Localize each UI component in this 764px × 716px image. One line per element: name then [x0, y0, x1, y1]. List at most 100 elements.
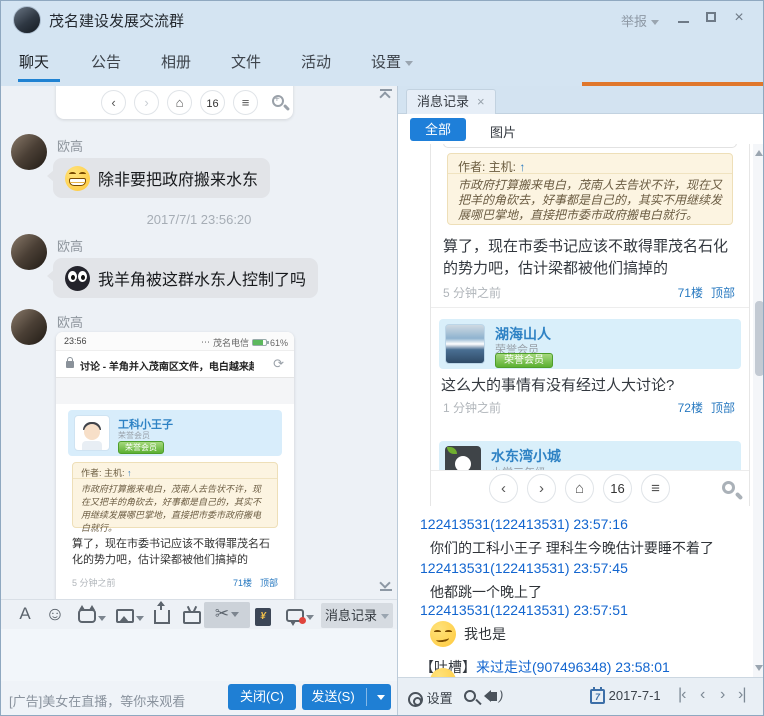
video-button[interactable] [181, 604, 203, 629]
qq-group-chat-window: 茂名建设发展交流群 举报 × 聊天 公告 相册 文件 活动 设置 我用Pytho… [0, 0, 764, 716]
up-arrow-icon: ↑ [127, 468, 132, 478]
records-list: 作者: 主机: ↑ 市政府打算搬来电白，茂南人去告状不许，现在又把羊的角砍去，好… [398, 144, 763, 677]
avatar[interactable] [11, 234, 47, 270]
scroll-to-bottom-button[interactable] [379, 577, 394, 591]
battery-percent: 61% [269, 337, 288, 348]
filter-images-button[interactable]: 图片 [490, 122, 516, 141]
forum-rank: 荣誉会员 [118, 431, 150, 440]
tab-chat[interactable]: 聊天 [19, 51, 49, 72]
magnifier-icon [272, 94, 284, 107]
phone-status-bar: 23:56 ⋯ 茂名电信 61% [56, 332, 294, 350]
composer-bottom-bar: [广告]美女在直播，等你来观看 关闭(C) 发送(S) [1, 681, 397, 715]
tab-notice[interactable]: 公告 [91, 51, 121, 72]
upload-icon [154, 601, 170, 624]
tab-count-badge: 16 [200, 90, 225, 115]
tab-files[interactable]: 文件 [231, 51, 261, 72]
scrollbar-down-arrow[interactable] [755, 665, 763, 671]
sticker-button[interactable] [75, 604, 109, 628]
chevron-down-icon [136, 616, 144, 622]
scroll-to-top-button[interactable] [379, 89, 394, 103]
message-alert-button[interactable] [283, 604, 317, 627]
phone-status-right: ⋯ 茂名电信 61% [201, 336, 288, 349]
home-icon: ⌂ [167, 90, 192, 115]
send-button-label: 发送(S) [311, 689, 355, 704]
screenshot-button[interactable]: ✂ [209, 604, 245, 624]
records-search-button[interactable] [464, 690, 476, 705]
prev-page-button[interactable]: ‹ [700, 686, 705, 704]
last-page-button[interactable]: ›| [738, 686, 747, 704]
maximize-button[interactable] [701, 9, 721, 27]
tab-count: 16 [610, 481, 625, 496]
tv-icon [183, 611, 201, 624]
grin-emoji [65, 165, 90, 191]
message-records-button[interactable]: 消息记录 [321, 603, 393, 628]
image-button[interactable] [113, 604, 147, 628]
scrollbar-up-arrow[interactable] [755, 150, 763, 156]
post-time-ago: 5 分钟之前 [72, 578, 116, 588]
minimize-button[interactable] [673, 9, 693, 27]
avatar[interactable] [11, 309, 47, 345]
emoji-eye [78, 270, 87, 282]
post-links: 71楼 顶部 [670, 284, 735, 301]
record-image-view[interactable]: 作者: 主机: ↑ 市政府打算搬来电白，茂南人去告状不许，现在又把羊的角砍去，好… [430, 144, 750, 506]
previous-image-message[interactable]: ‹ › ⌂ 16 ≡ [56, 86, 293, 119]
smirk-emoji [430, 621, 456, 647]
records-tab-strip: 消息记录 × [398, 86, 763, 114]
record-header-main: 来过走过(907496348) 23:58:01 [476, 659, 670, 675]
emoji-eye [68, 270, 77, 282]
tab-count: 16 [206, 98, 219, 110]
message-text: 除非要把政府搬来水东 [98, 172, 259, 189]
phone-time: 23:56 [64, 336, 87, 346]
upload-file-button[interactable] [151, 601, 173, 629]
ad-link[interactable]: [广告]美女在直播，等你来观看 [9, 691, 185, 710]
record-text: 你们的工科小王子 理科生今晚估计要睡不着了 [430, 540, 714, 556]
top-link: 顶部 [710, 401, 735, 415]
quote-text: 市政府打算搬来电白，茂南人去告状不许，现在又把羊的角砍去，好事都是自己的，其实不… [458, 178, 723, 222]
close-chat-button[interactable]: 关闭(C) [228, 684, 296, 710]
post-divider [431, 307, 749, 308]
tab-album[interactable]: 相册 [161, 51, 191, 72]
emoji-eye [434, 630, 441, 633]
smirk-emoji [430, 668, 456, 677]
report-dropdown[interactable]: 举报 [621, 11, 660, 30]
records-filter-bar: 全部 图片 [398, 114, 763, 144]
avatar[interactable] [11, 134, 47, 170]
close-button[interactable]: × [729, 9, 749, 27]
quote-header: 作者: 主机: ↑ [448, 154, 732, 174]
records-settings-button[interactable]: 设置 [408, 688, 453, 708]
close-tab-icon[interactable]: × [477, 94, 485, 109]
battery-icon [251, 339, 269, 346]
menu-icon: ≡ [233, 90, 258, 115]
records-scrollbar[interactable] [753, 144, 763, 677]
date-value: 2017-7-1 [608, 688, 661, 703]
tab-activity[interactable]: 活动 [301, 51, 331, 72]
quote-text: 市政府打算搬来电白，茂南人去告状不许，现在又把羊的角砍去，好事都是自己的，其实不… [81, 484, 262, 533]
group-avatar[interactable] [13, 6, 41, 34]
records-tab[interactable]: 消息记录 × [406, 89, 496, 114]
search-icon [464, 690, 476, 702]
font-style-button[interactable]: A [15, 604, 35, 624]
message-input[interactable] [1, 629, 397, 681]
tab-settings[interactable]: 设置 [371, 51, 414, 72]
emoji-button[interactable]: ☺ [45, 604, 65, 626]
scrollbar-thumb[interactable] [755, 301, 763, 376]
quote-author-label: 作者: 主机: [81, 468, 125, 478]
first-page-button[interactable]: |‹ [678, 686, 687, 704]
fold-bar [380, 589, 392, 591]
record-header: 122413531(122413531) 23:57:16 [420, 516, 628, 532]
send-button[interactable]: 发送(S) [302, 684, 391, 710]
message-bubble: 除非要把政府搬来水东 [46, 158, 271, 198]
gear-icon [408, 692, 423, 708]
composer-toolbar: A ☺ ✂ ¥ 消息记录 [1, 599, 397, 629]
emoji-mouth [435, 635, 450, 643]
phone-page-gap [56, 378, 294, 404]
sender-name: 欧高 [57, 139, 84, 154]
date-picker[interactable]: 7 2017-7-1 [590, 687, 661, 705]
records-sound-button[interactable] [484, 688, 503, 704]
report-label: 举报 [621, 14, 648, 29]
post-time-ago: 1 分钟之前 [443, 401, 502, 415]
filter-all-button[interactable]: 全部 [410, 118, 466, 141]
red-packet-button[interactable]: ¥ [253, 604, 273, 626]
next-page-button[interactable]: › [720, 686, 725, 704]
shared-image-message[interactable]: 23:56 ⋯ 茂名电信 61% 讨论 - 羊角并入茂南区文件，电白越来越 | … [56, 332, 294, 599]
